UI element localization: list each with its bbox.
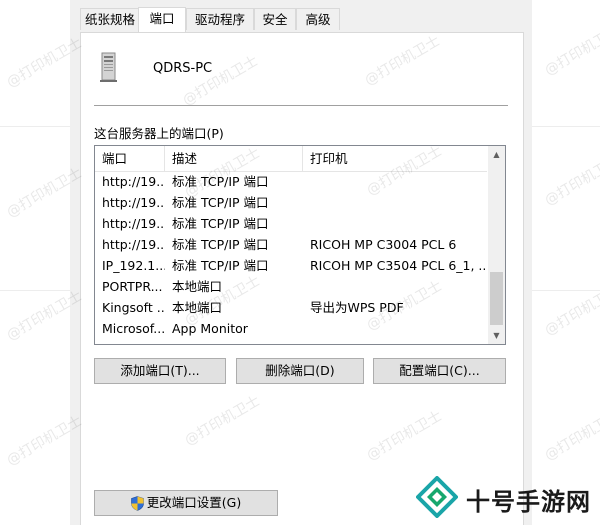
table-row[interactable]: IP_192.1... 标准 TCP/IP 端口 RICOH MP C3504 … — [95, 255, 487, 276]
column-header-description[interactable]: 描述 — [165, 146, 303, 171]
port-cell: Kingsoft ... — [102, 300, 165, 315]
printer-properties-dialog: 纸张规格 端口 驱动程序 安全 高级 QDRS-PC 这台服务器上的端口(P) … — [70, 0, 532, 525]
site-brand: 十号手游网 — [410, 468, 600, 525]
configure-port-button[interactable]: 配置端口(C)... — [373, 358, 506, 384]
printer-cell: RICOH MP C3004 PCL 6 — [310, 237, 457, 252]
ports-list[interactable]: 端口 描述 打印机 http://19... 标准 TCP/IP 端口 http… — [94, 145, 506, 345]
tab-paper-size[interactable]: 纸张规格 — [80, 8, 140, 30]
add-port-button[interactable]: 添加端口(T)... — [94, 358, 226, 384]
background-right — [532, 0, 600, 525]
divider — [94, 105, 508, 106]
printer-cell: RICOH MP C3504 PCL 6_1, ... — [310, 258, 487, 273]
background-left — [0, 0, 70, 525]
table-row[interactable]: PORTPR... 本地端口 — [95, 276, 487, 297]
port-cell: http://19... — [102, 195, 165, 210]
ports-tab-panel: QDRS-PC 这台服务器上的端口(P) 端口 描述 打印机 http://19… — [80, 32, 524, 525]
tab-advanced[interactable]: 高级 — [296, 8, 340, 30]
list-header: 端口 描述 打印机 — [95, 146, 487, 172]
uac-shield-icon — [130, 496, 144, 511]
description-cell: App Monitor — [172, 321, 248, 336]
background-line — [0, 126, 70, 127]
scroll-down-arrow-icon[interactable]: ▼ — [488, 327, 505, 344]
description-cell: 标准 TCP/IP 端口 — [172, 174, 269, 189]
brand-name: 十号手游网 — [466, 488, 591, 516]
table-row[interactable]: http://19... 标准 TCP/IP 端口 — [95, 192, 487, 213]
server-icon — [100, 52, 117, 82]
change-port-settings-button[interactable]: 更改端口设置(G) — [94, 490, 278, 516]
printer-cell: 导出为WPS PDF — [310, 300, 404, 315]
tab-driver[interactable]: 驱动程序 — [186, 8, 254, 30]
change-port-settings-label: 更改端口设置(G) — [146, 495, 242, 510]
port-cell: http://19... — [102, 237, 165, 252]
scroll-up-arrow-icon[interactable]: ▲ — [488, 146, 505, 163]
description-cell: 标准 TCP/IP 端口 — [172, 237, 269, 252]
description-cell: 本地端口 — [172, 279, 223, 294]
printer-cell — [303, 318, 487, 339]
printer-cell — [303, 171, 487, 192]
table-row[interactable]: Kingsoft ... 本地端口 导出为WPS PDF — [95, 297, 487, 318]
ports-list-label: 这台服务器上的端口(P) — [94, 126, 224, 141]
port-cell: IP_192.1... — [102, 258, 165, 273]
printer-cell — [303, 213, 487, 234]
description-cell: 本地端口 — [172, 300, 223, 315]
brand-logo-icon — [416, 476, 458, 518]
vertical-scrollbar[interactable]: ▲ ▼ — [488, 146, 505, 344]
port-cell: Microsof... — [102, 321, 165, 336]
table-row[interactable]: Microsof... App Monitor — [95, 318, 487, 339]
column-header-port[interactable]: 端口 — [95, 146, 165, 171]
port-cell: http://19... — [102, 174, 165, 189]
background-line — [0, 290, 70, 291]
table-row[interactable]: http://19... 标准 TCP/IP 端口 — [95, 213, 487, 234]
printer-cell — [303, 276, 487, 297]
port-cell: PORTPR... — [102, 279, 163, 294]
column-header-printer[interactable]: 打印机 — [303, 146, 487, 171]
tab-security[interactable]: 安全 — [254, 8, 296, 30]
delete-port-button[interactable]: 删除端口(D) — [236, 358, 364, 384]
description-cell: 标准 TCP/IP 端口 — [172, 258, 269, 273]
port-cell: http://19... — [102, 216, 165, 231]
background-line — [532, 126, 600, 127]
printer-cell — [303, 192, 487, 213]
scrollbar-thumb[interactable] — [490, 272, 503, 325]
description-cell: 标准 TCP/IP 端口 — [172, 216, 269, 231]
background-line — [532, 290, 600, 291]
description-cell: 标准 TCP/IP 端口 — [172, 195, 269, 210]
server-name: QDRS-PC — [153, 61, 213, 76]
tab-ports[interactable]: 端口 — [138, 7, 186, 32]
table-row[interactable]: http://19... 标准 TCP/IP 端口 RICOH MP C3004… — [95, 234, 487, 255]
table-row[interactable]: http://19... 标准 TCP/IP 端口 — [95, 171, 487, 192]
